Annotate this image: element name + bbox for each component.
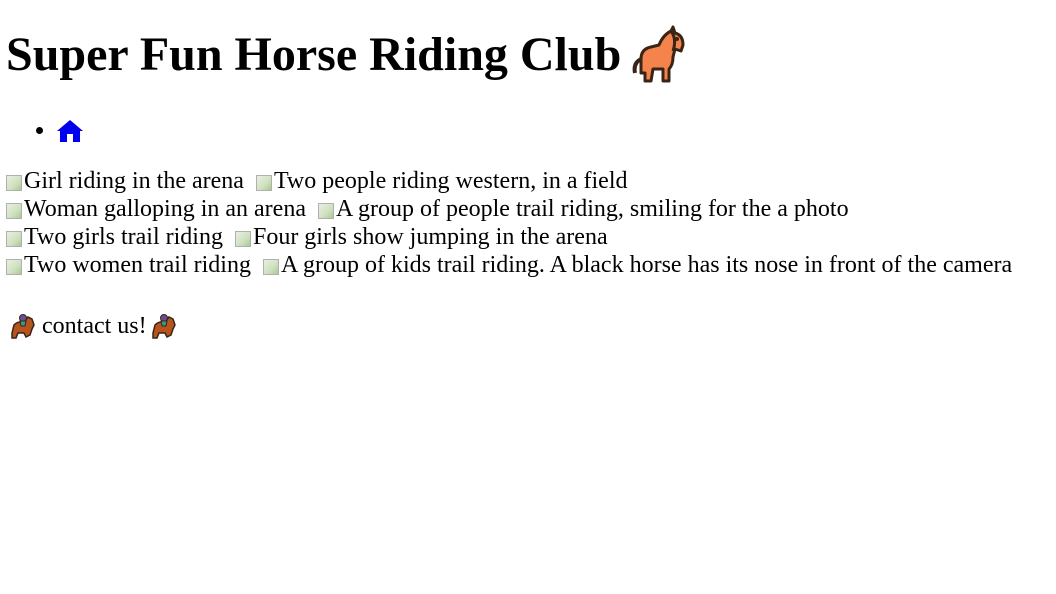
image-alt-text: Two women trail riding [24,252,251,279]
gallery-image[interactable]: Two people riding western, in a field [255,167,628,195]
image-alt-text: Two girls trail riding [24,224,223,251]
broken-image-icon [6,231,22,248]
gallery-row: Two women trail riding A group of kids t… [6,251,1050,279]
page-title-text: Super Fun Horse Riding Club [6,28,622,81]
gallery-row: Girl riding in the arena Two people ridi… [6,167,1050,195]
gallery-image[interactable]: A group of people trail riding, smiling … [317,195,849,223]
image-alt-text: Woman galloping in an arena [24,196,306,223]
page-title: Super Fun Horse Riding Club [6,0,1050,86]
contact-section: contact us! [6,311,1050,341]
gallery-row: Two girls trail riding Four girls show j… [6,223,1050,251]
image-alt-text: Girl riding in the arena [24,168,244,195]
broken-image-icon [6,203,22,220]
photo-gallery: Girl riding in the arena Two people ridi… [6,167,1050,279]
nav-list [6,116,1050,144]
broken-image-icon [234,231,251,248]
image-alt-text: Two people riding western, in a field [273,168,628,195]
image-alt-text: Four girls show jumping in the arena [252,224,608,251]
nav-item-home [56,116,1050,144]
home-icon[interactable] [56,118,84,144]
gallery-image[interactable]: Two women trail riding [6,251,251,279]
broken-image-icon [6,259,22,276]
horse-racing-icon [149,311,179,341]
image-alt-text: A group of people trail riding, smiling … [335,196,849,223]
broken-image-icon [262,259,279,276]
broken-image-icon [317,203,334,220]
broken-image-icon [6,175,22,192]
gallery-image[interactable]: A group of kids trail riding. A black ho… [262,251,1013,279]
gallery-row: Woman galloping in an arena A group of p… [6,195,1050,223]
gallery-image[interactable]: Woman galloping in an arena [6,195,306,223]
horse-icon [627,25,687,85]
image-alt-text: A group of kids trail riding. A black ho… [280,252,1013,279]
contact-link[interactable]: contact us! [42,313,147,340]
page: Super Fun Horse Riding Club Girl riding … [0,0,1056,341]
horse-racing-icon [8,311,38,341]
gallery-image[interactable]: Girl riding in the arena [6,167,244,195]
broken-image-icon [255,175,272,192]
gallery-image[interactable]: Four girls show jumping in the arena [234,223,608,251]
gallery-image[interactable]: Two girls trail riding [6,223,223,251]
